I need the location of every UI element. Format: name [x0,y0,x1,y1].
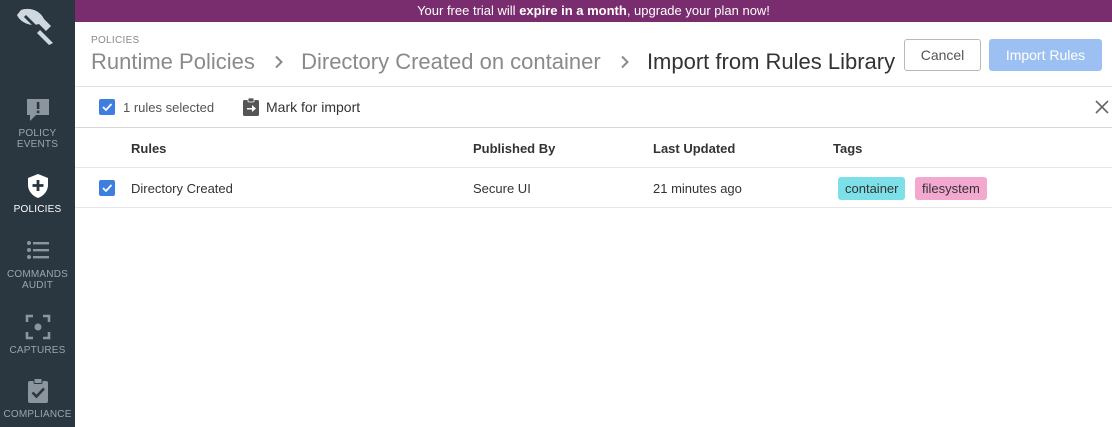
row-checkbox[interactable] [99,180,115,196]
capture-focus-icon [25,314,50,340]
sidebar-item-label: Events [16,139,59,150]
banner-emphasis: expire in a month [519,3,627,18]
chevron-right-icon [621,55,629,69]
rules-table: Rules Published By Last Updated Tags Dir… [75,128,1112,208]
sidebar-item-policy-events[interactable]: Policy Events [0,96,75,150]
breadcrumb-policy[interactable]: Directory Created on container [301,49,601,75]
column-header-last-updated[interactable]: Last Updated [653,141,735,156]
clipboard-check-icon [27,378,48,403]
sidebar-item-label: Policies [13,204,62,215]
published-by: Secure UI [473,181,531,196]
sidebar-item-label: Commands [6,269,69,280]
list-icon [26,241,49,259]
cancel-button[interactable]: Cancel [904,39,981,71]
chevron-right-icon [275,55,283,69]
page-header: POLICIES Runtime Policies Directory Crea… [75,22,1112,87]
checkmark-icon [102,103,113,112]
section-label: POLICIES [91,35,140,46]
breadcrumb-runtime-policies[interactable]: Runtime Policies [91,49,255,75]
last-updated: 21 minutes ago [653,181,742,196]
import-rules-button[interactable]: Import Rules [989,39,1102,71]
checkmark-icon [102,184,113,193]
banner-text: Your free trial will [417,3,520,18]
sidebar-item-policies[interactable]: Policies [0,172,75,215]
page-title: Import from Rules Library [646,49,896,75]
table-row[interactable]: Directory Created Secure UI 21 minutes a… [75,168,1112,208]
alert-message-icon [26,99,49,121]
breadcrumb: Runtime Policies Directory Created on co… [91,48,895,75]
sidebar-item-label: Policy [18,128,57,139]
column-header-published-by[interactable]: Published By [473,141,555,156]
trial-banner[interactable]: Your free trial will expire in a month, … [75,0,1112,22]
column-header-rules[interactable]: Rules [131,141,166,156]
tag-filesystem: filesystem [915,177,987,200]
mark-for-import-button[interactable]: Mark for import [266,99,360,115]
close-icon[interactable] [1094,99,1110,115]
selected-count: 1 rules selected [123,100,215,115]
table-header: Rules Published By Last Updated Tags [75,128,1112,168]
select-all-checkbox[interactable] [99,99,115,115]
banner-text-end: , upgrade your plan now! [626,3,770,18]
logo-icon[interactable] [13,6,57,46]
tag-container: container [838,177,906,200]
sidebar-item-label: Compliance [3,409,72,420]
column-header-tags: Tags [833,141,863,156]
clipboard-arrow-icon[interactable] [242,97,260,117]
sidebar-item-label: Audit [22,280,53,291]
rule-name: Directory Created [131,181,233,196]
sidebar-item-label: Captures [9,345,66,356]
selection-toolbar: 1 rules selected Mark for import [75,87,1112,128]
sidebar-item-compliance[interactable]: Compliance [0,377,75,420]
sidebar: Policy Events Policies Commands Audit Ca… [0,0,75,427]
sidebar-item-captures[interactable]: Captures [0,313,75,356]
shield-plus-icon [27,174,48,198]
sidebar-item-commands-audit[interactable]: Commands Audit [0,237,75,291]
